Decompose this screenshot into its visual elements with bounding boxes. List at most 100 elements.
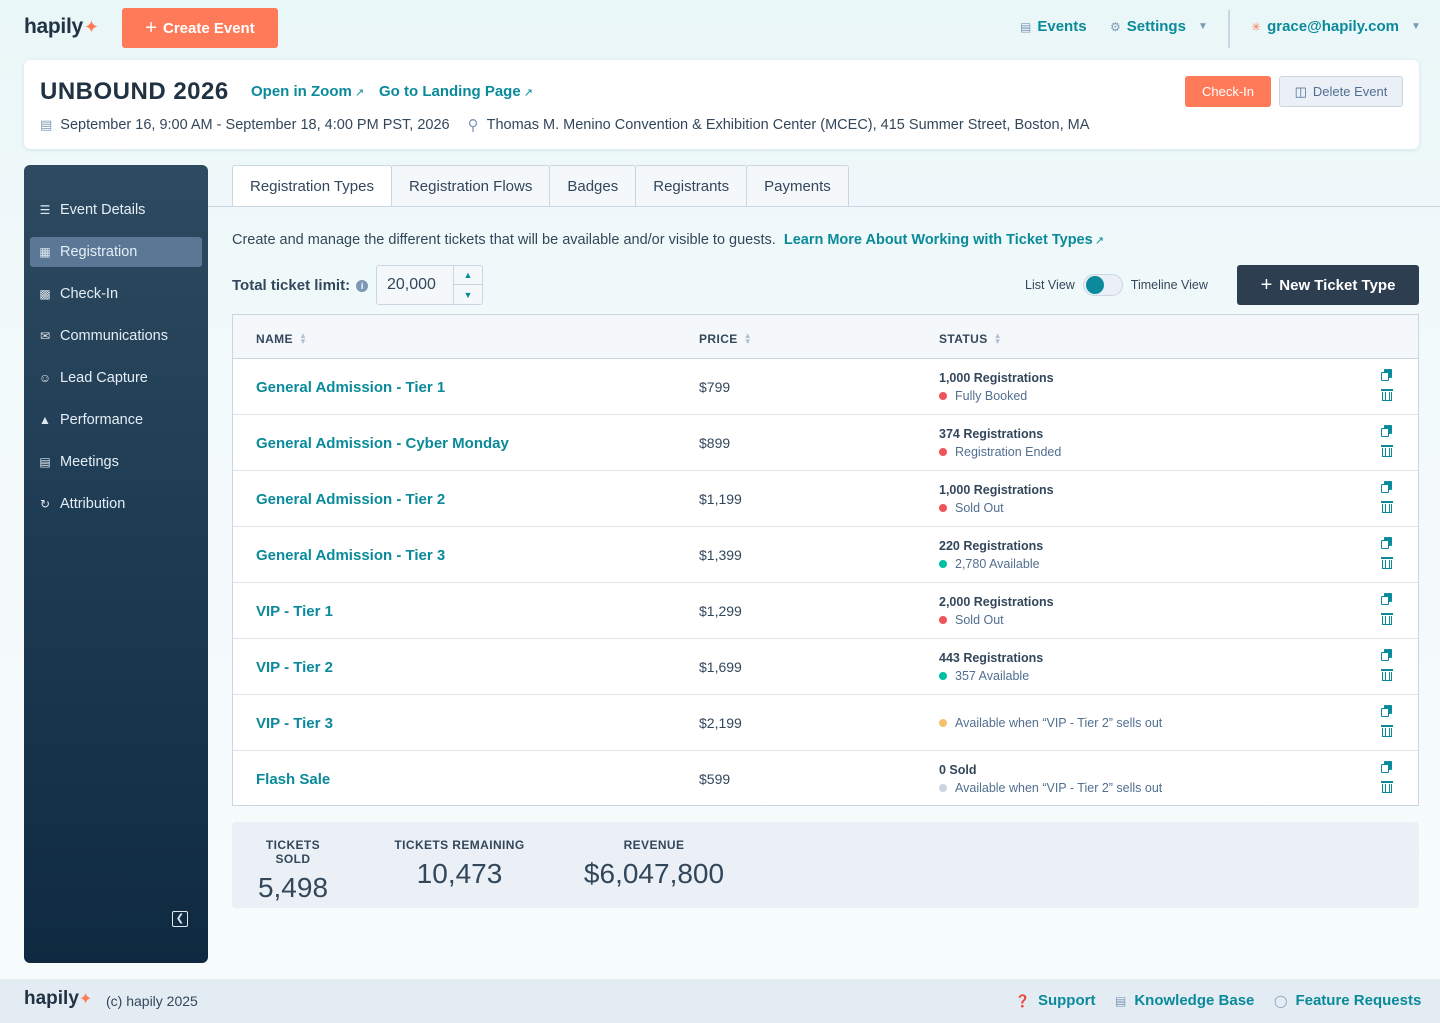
user-menu[interactable]: ✳ grace@hapily.com ▼: [1251, 18, 1421, 35]
copy-icon[interactable]: [1381, 649, 1393, 662]
calendar-icon: ▤: [40, 117, 53, 132]
ticket-name-link[interactable]: VIP - Tier 2: [256, 659, 333, 676]
table-row: VIP - Tier 2 $1,699 443 Registrations 35…: [233, 639, 1418, 695]
chart-icon: ▲: [39, 413, 51, 427]
lightbulb-icon: ◯: [1274, 993, 1288, 1008]
ticket-name-link[interactable]: General Admission - Tier 1: [256, 379, 445, 396]
status-dot-icon: [939, 672, 947, 680]
external-link-icon: ↗: [523, 87, 533, 99]
hapily-logo[interactable]: hapily✦: [24, 15, 99, 39]
sidebar-item-check-in[interactable]: ▩ Check-In: [30, 279, 202, 309]
ticket-limit-input[interactable]: 20,000 ▲ ▼: [376, 265, 483, 305]
flame-icon: ✦: [83, 17, 99, 37]
nav-divider: [1228, 10, 1230, 48]
create-event-button[interactable]: + Create Event: [122, 8, 278, 48]
trash-icon[interactable]: [1381, 388, 1393, 401]
knowledge-base-link[interactable]: ▤ Knowledge Base: [1115, 992, 1254, 1009]
table-row: General Admission - Cyber Monday $899 37…: [233, 415, 1418, 471]
sidebar-item-event-details[interactable]: ☰ Event Details: [30, 195, 202, 225]
collapse-sidebar-icon[interactable]: ❮: [172, 911, 188, 927]
tab-registrants[interactable]: Registrants: [635, 165, 748, 207]
ticket-status: 443 Registrations 357 Available: [939, 639, 1043, 695]
feature-requests-link[interactable]: ◯ Feature Requests: [1274, 992, 1421, 1009]
registration-count: 374 Registrations: [939, 427, 1044, 441]
ticket-limit-label: Total ticket limit: i: [232, 277, 369, 294]
status-dot-icon: [939, 616, 947, 624]
ticket-name-link[interactable]: Flash Sale: [256, 771, 330, 788]
ticket-price: $1,299: [699, 603, 742, 619]
column-header-name[interactable]: NAME ▲ ▼: [256, 332, 307, 347]
status-text: Fully Booked: [955, 389, 1028, 403]
learn-more-link[interactable]: Learn More About Working with Ticket Typ…: [784, 232, 1104, 248]
location-pin-icon: ⚲: [467, 117, 479, 134]
column-header-status[interactable]: STATUS ▲ ▼: [939, 331, 1002, 347]
copy-icon[interactable]: [1381, 369, 1393, 382]
check-in-button[interactable]: Check-In: [1185, 76, 1271, 107]
trash-icon[interactable]: [1381, 780, 1393, 793]
copy-icon[interactable]: [1381, 761, 1393, 774]
tab-badges[interactable]: Badges: [549, 165, 637, 207]
tab-registration-types[interactable]: Registration Types: [232, 165, 392, 207]
sidebar-item-meetings[interactable]: ▤ Meetings: [30, 447, 202, 477]
table-row: General Admission - Tier 3 $1,399 220 Re…: [233, 527, 1418, 583]
copy-icon[interactable]: [1381, 705, 1393, 718]
hubspot-icon: ✳: [1251, 19, 1262, 34]
support-link[interactable]: ❓ Support: [1015, 992, 1095, 1009]
sidebar: ☰ Event Details ▦ Registration ▩ Check-In ✉…: [24, 165, 208, 963]
landing-page-link[interactable]: Go to Landing Page ↗: [379, 83, 533, 100]
events-nav[interactable]: ▤ Events: [1020, 18, 1087, 35]
ticket-icon: ▦: [39, 245, 51, 259]
tab-registration-flows[interactable]: Registration Flows: [390, 165, 551, 207]
info-icon[interactable]: i: [356, 279, 369, 292]
ticket-price: $1,399: [699, 547, 742, 563]
trash-icon[interactable]: [1381, 724, 1393, 737]
status-text: Available when “VIP - Tier 2” sells out: [955, 716, 1163, 730]
status-text: Sold Out: [955, 613, 1004, 627]
row-actions: [1381, 705, 1393, 737]
delete-event-button[interactable]: ◫ Delete Event: [1279, 76, 1403, 107]
ticket-name-link[interactable]: VIP - Tier 3: [256, 715, 333, 732]
column-header-price[interactable]: PRICE ▲ ▼: [699, 332, 752, 347]
plus-icon: +: [1260, 274, 1273, 296]
table-row: VIP - Tier 1 $1,299 2,000 Registrations …: [233, 583, 1418, 639]
status-line: Sold Out: [939, 613, 1054, 627]
event-dates: September 16, 9:00 AM - September 18, 4:…: [60, 117, 450, 133]
status-line: Available when “VIP - Tier 2” sells out: [939, 781, 1162, 795]
trash-icon[interactable]: [1381, 444, 1393, 457]
open-in-zoom-link[interactable]: Open in Zoom ↗: [251, 83, 364, 100]
copy-icon[interactable]: [1381, 481, 1393, 494]
trash-icon[interactable]: [1381, 500, 1393, 513]
ticket-name-link[interactable]: General Admission - Tier 2: [256, 491, 445, 508]
ticket-status: 220 Registrations 2,780 Available: [939, 527, 1043, 583]
status-line: 2,780 Available: [939, 557, 1043, 571]
tab-payments[interactable]: Payments: [746, 165, 849, 207]
status-dot-icon: [939, 784, 947, 792]
copy-icon[interactable]: [1381, 425, 1393, 438]
ticket-status: 374 Registrations Registration Ended: [939, 415, 1061, 471]
status-line: Fully Booked: [939, 389, 1054, 403]
chevron-up-icon[interactable]: ▲: [454, 266, 482, 285]
sidebar-item-registration[interactable]: ▦ Registration: [30, 237, 202, 267]
trash-icon: ◫: [1294, 83, 1307, 99]
copy-icon[interactable]: [1381, 537, 1393, 550]
sidebar-item-communications[interactable]: ✉ Communications: [30, 321, 202, 351]
sidebar-item-performance[interactable]: ▲ Performance: [30, 405, 202, 435]
sort-icon: ▲ ▼: [993, 331, 1002, 346]
ticket-name-link[interactable]: General Admission - Cyber Monday: [256, 435, 509, 452]
sidebar-item-attribution[interactable]: ↻ Attribution: [30, 489, 202, 519]
trash-icon[interactable]: [1381, 556, 1393, 569]
settings-nav[interactable]: ⚙ Settings ▼: [1110, 18, 1208, 35]
ticket-price: $799: [699, 379, 731, 395]
ticket-name-link[interactable]: VIP - Tier 1: [256, 603, 333, 620]
table-row: General Admission - Tier 1 $799 1,000 Re…: [233, 359, 1418, 415]
copy-icon[interactable]: [1381, 593, 1393, 606]
ticket-name-link[interactable]: General Admission - Tier 3: [256, 547, 445, 564]
stat-tickets-sold: TICKETS SOLD 5,498: [257, 838, 329, 903]
trash-icon[interactable]: [1381, 612, 1393, 625]
chevron-down-icon[interactable]: ▼: [454, 285, 482, 304]
sidebar-item-lead-capture[interactable]: ☺ Lead Capture: [30, 363, 202, 393]
new-ticket-type-button[interactable]: + New Ticket Type: [1237, 265, 1419, 305]
view-toggle-switch[interactable]: [1082, 274, 1123, 296]
stat-revenue: REVENUE $6,047,800: [583, 838, 725, 889]
trash-icon[interactable]: [1381, 668, 1393, 681]
